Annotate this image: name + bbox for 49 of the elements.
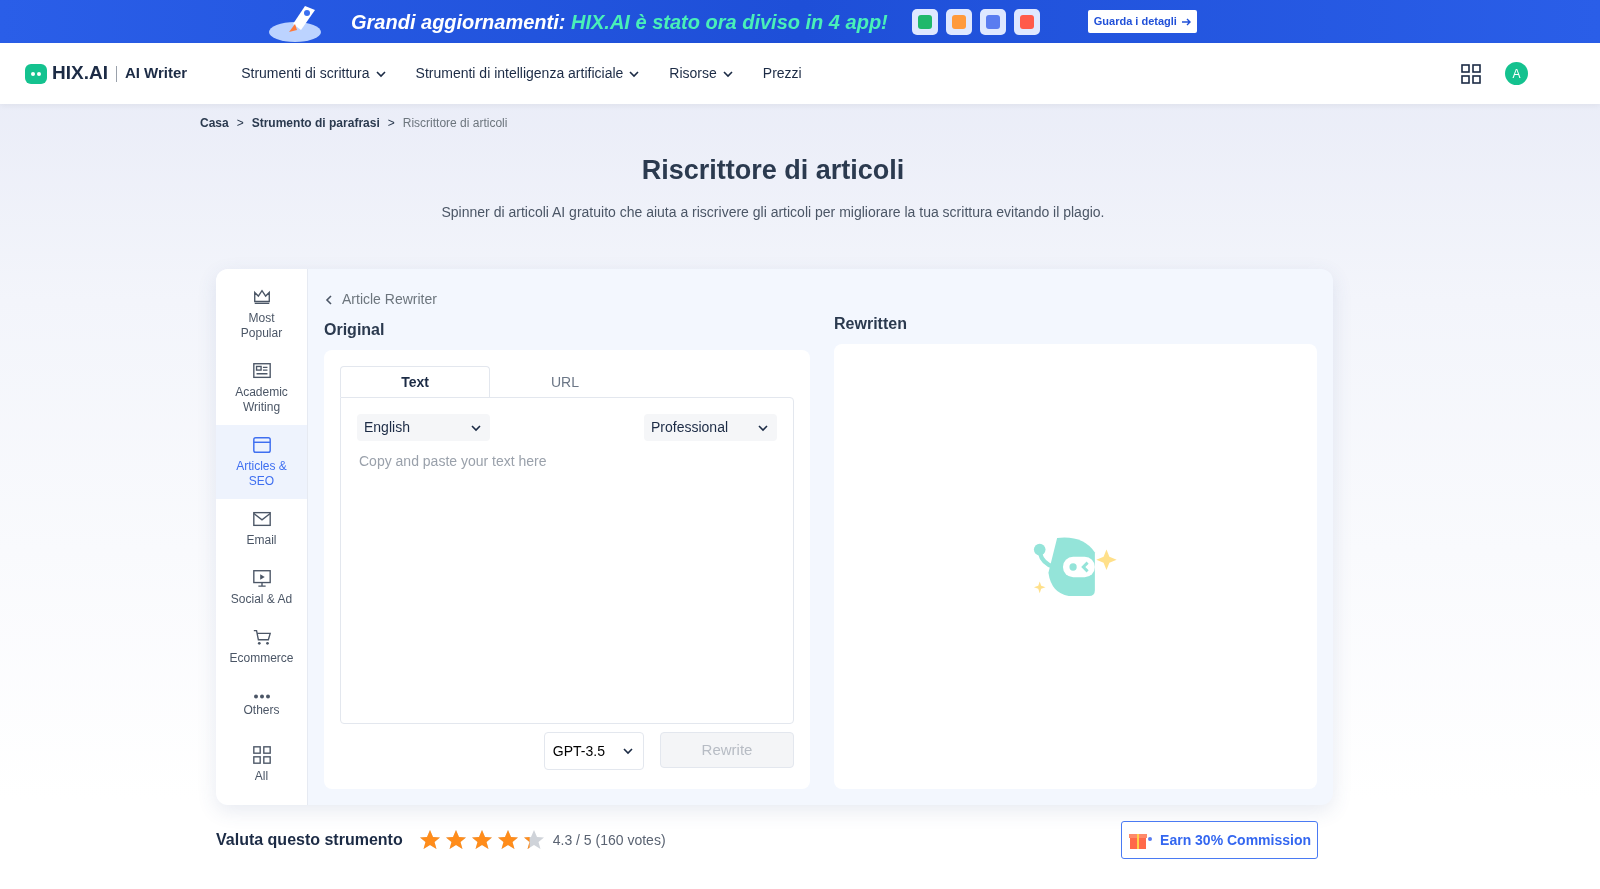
page-title: Riscrittore di articoli (640, 154, 906, 187)
back-link[interactable]: Article Rewriter (342, 289, 437, 311)
logo-icon (24, 62, 48, 85)
section-heading: Rewritten (834, 314, 908, 335)
app-icon (1013, 8, 1040, 35)
sidebar-item[interactable]: Social & Ad (216, 558, 307, 618)
text-editor-panel[interactable]: English Professional Copy and paste your text here (340, 397, 794, 725)
apps-grid-icon (1461, 63, 1481, 84)
sidebar-item[interactable]: Email (216, 499, 307, 559)
newspaper-icon (251, 360, 272, 381)
rating-score: 4.3 / 5 (160 votes) (552, 830, 666, 850)
nav-menu-item[interactable]: Prezzi (756, 62, 808, 85)
sidebar-item[interactable]: Most Popular (216, 277, 307, 352)
app-icon (979, 8, 1006, 35)
more-icon (251, 693, 272, 699)
sidebar-item[interactable]: Academic Writing (216, 351, 307, 426)
sidebar-item[interactable]: Ecommerce (216, 617, 307, 677)
model-select[interactable]: GPT-3.5 (543, 732, 644, 771)
tone-select[interactable]: Professional (644, 414, 777, 442)
banner-headline: Grandi aggiornamenti: HIX.AI è stato ora diviso in 4 app! (351, 9, 888, 35)
monitor-play-icon (251, 568, 272, 589)
product-name: AI Writer (124, 63, 188, 84)
nav-menu-item[interactable]: Risorse (663, 62, 741, 85)
sidebar-item[interactable]: All (216, 735, 307, 795)
breadcrumb-current: Riscrittore di articoli (402, 115, 508, 132)
tab[interactable]: URL (490, 366, 640, 398)
browser-window-icon (251, 434, 272, 455)
breadcrumb-link[interactable]: Casa (200, 114, 229, 132)
back-icon (324, 293, 334, 306)
arrow-icon (1180, 16, 1191, 27)
nav-menu-item[interactable]: Strumenti di scrittura (235, 62, 394, 85)
tab[interactable]: Text (340, 366, 490, 398)
grid-icon (251, 745, 272, 766)
cart-icon (251, 627, 272, 648)
brand-name[interactable]: HIX.AI (52, 59, 108, 88)
commission-button[interactable]: Earn 30% Commission (1121, 821, 1318, 860)
language-select[interactable]: English (357, 414, 490, 442)
app-icon (911, 8, 938, 35)
rating-label: Valuta questo strumento (216, 830, 403, 851)
breadcrumb-separator: > (236, 115, 244, 132)
page-subtitle: Spinner di articoli AI gratuito che aiuta a riscrivere gli articoli per migliorare la tua scrittura evitando il plagio. (440, 203, 1106, 223)
sidebar-item[interactable]: Articles & SEO (216, 425, 307, 500)
breadcrumb-link[interactable]: Strumento di parafrasi (251, 114, 380, 132)
breadcrumb-separator: > (387, 115, 395, 132)
nav-menu-item[interactable]: Strumenti di intelligenza artificiale (409, 62, 648, 85)
sidebar-item[interactable]: Others (216, 676, 307, 736)
app-icon (945, 8, 972, 35)
details-button[interactable]: Guarda i detagli (1087, 10, 1197, 33)
section-heading: Original (324, 320, 386, 341)
